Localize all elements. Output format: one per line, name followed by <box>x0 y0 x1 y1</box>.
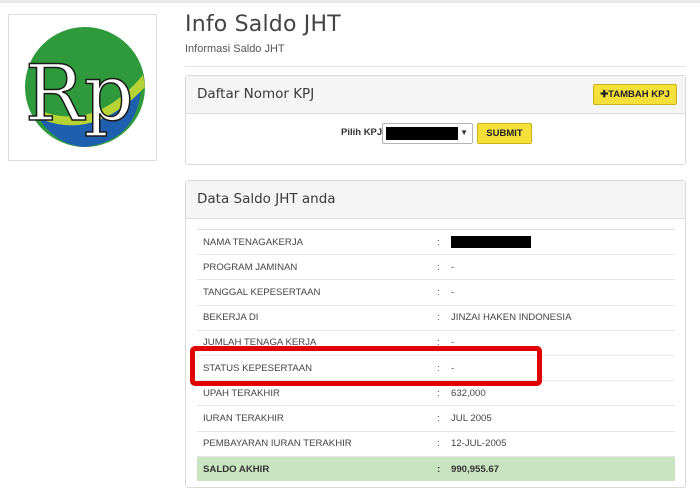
table-row: PROGRAM JAMINAN : - <box>197 254 675 280</box>
row-value <box>447 228 675 255</box>
row-separator: : <box>433 430 447 457</box>
row-label: NAMA TENAGAKERJA <box>197 228 433 255</box>
page-title: Info Saldo JHT <box>185 12 341 37</box>
saldo-panel: Data Saldo JHT anda NAMA TENAGAKERJA : P… <box>185 180 686 488</box>
logo: Rp <box>8 14 157 161</box>
logo-text: Rp <box>25 49 134 139</box>
row-separator: : <box>433 455 447 482</box>
row-value: 12-JUL-2005 <box>447 430 675 457</box>
highlight-annotation <box>190 346 542 386</box>
table-row: TANGGAL KEPESERTAAN : - <box>197 279 675 306</box>
row-separator: : <box>433 304 447 331</box>
add-kpj-button[interactable]: ✚TAMBAH KPJ <box>593 84 677 105</box>
title-divider <box>185 66 686 67</box>
table-row: IURAN TERAKHIR : JUL 2005 <box>197 405 675 431</box>
row-separator: : <box>433 228 447 255</box>
row-label: PEMBAYARAN IURAN TERAKHIR <box>197 430 433 457</box>
table-row: PEMBAYARAN IURAN TERAKHIR : 12-JUL-2005 <box>197 430 675 457</box>
kpj-panel: Daftar Nomor KPJ ✚TAMBAH KPJ Pilih KPJ ▼… <box>185 75 686 165</box>
redacted-name <box>451 236 531 249</box>
total-balance-value: 990,955.67 <box>447 455 675 482</box>
saldo-panel-header: Data Saldo JHT anda <box>186 181 685 219</box>
row-separator: : <box>433 254 447 280</box>
submit-button[interactable]: SUBMIT <box>477 123 532 144</box>
row-separator: : <box>433 279 447 306</box>
table-row: BEKERJA DI : JINZAI HAKEN INDONESIA <box>197 304 675 331</box>
total-balance-row: SALDO AKHIR : 990,955.67 <box>197 455 675 482</box>
select-kpj-label: Pilih KPJ <box>341 127 383 138</box>
row-value: - <box>447 279 675 306</box>
rupiah-logo-icon: Rp <box>24 27 145 147</box>
row-separator: : <box>433 405 447 431</box>
kpj-select[interactable]: ▼ <box>382 123 473 144</box>
row-value: JINZAI HAKEN INDONESIA <box>447 304 675 331</box>
kpj-panel-header: Daftar Nomor KPJ ✚TAMBAH KPJ <box>186 76 685 114</box>
row-label: BEKERJA DI <box>197 304 433 331</box>
row-label: PROGRAM JAMINAN <box>197 254 433 280</box>
kpj-panel-title: Daftar Nomor KPJ <box>197 86 315 102</box>
redacted-kpj-value <box>386 127 458 140</box>
table-row: NAMA TENAGAKERJA : <box>197 228 675 255</box>
row-label: TANGGAL KEPESERTAAN <box>197 279 433 306</box>
row-value: - <box>447 254 675 280</box>
row-label: IURAN TERAKHIR <box>197 405 433 431</box>
chevron-down-icon: ▼ <box>460 128 468 137</box>
saldo-panel-title: Data Saldo JHT anda <box>197 191 336 207</box>
page-subtitle: Informasi Saldo JHT <box>185 43 285 55</box>
row-value: JUL 2005 <box>447 405 675 431</box>
top-border <box>0 0 700 3</box>
row-label: SALDO AKHIR <box>197 455 433 482</box>
